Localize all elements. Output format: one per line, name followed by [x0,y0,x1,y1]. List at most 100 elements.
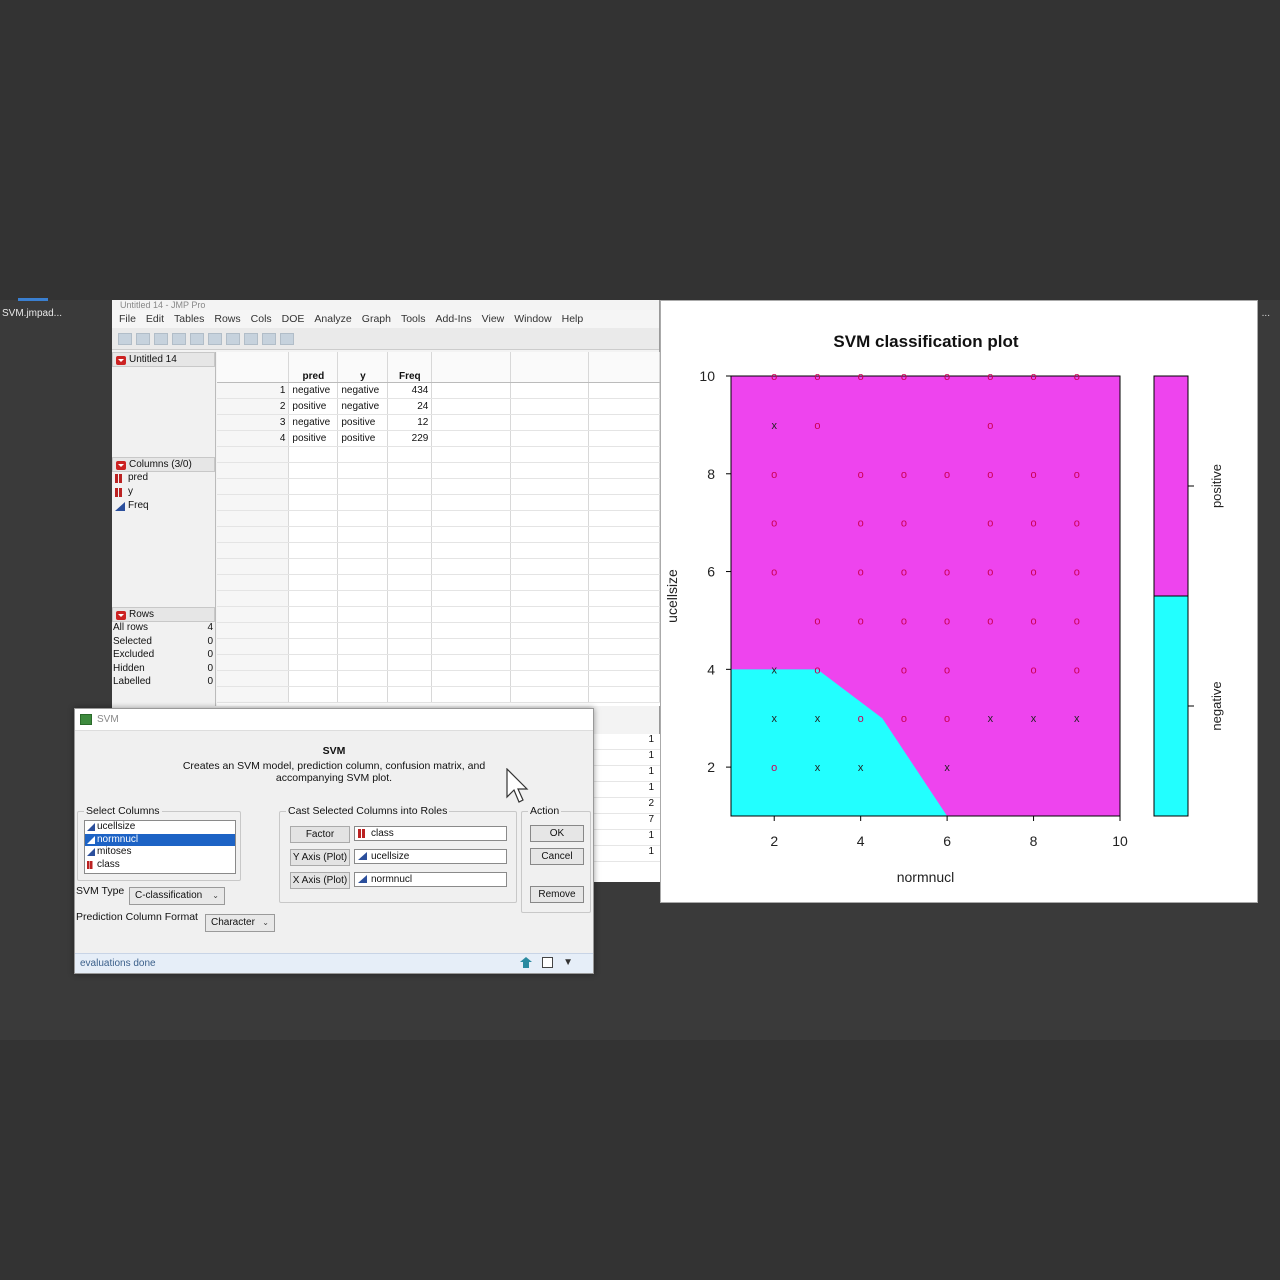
empty-cell[interactable] [510,430,590,447]
empty-cell[interactable] [510,686,590,703]
menu-rows[interactable]: Rows [214,313,240,325]
empty-cell[interactable] [288,446,339,463]
empty-cell[interactable] [337,526,389,543]
x-axis-role-box[interactable]: normnucl [354,872,507,887]
empty-cell[interactable] [431,606,512,623]
empty-column[interactable] [431,352,512,383]
menu-analyze[interactable]: Analyze [314,313,351,325]
row-number[interactable] [217,590,290,607]
cell-pred[interactable]: positive [288,398,339,415]
empty-cell[interactable] [431,526,512,543]
table-row[interactable] [217,446,660,463]
table-row[interactable] [217,654,660,671]
desktop-file-icon[interactable]: SVM.jmpad... [2,308,62,319]
table-row[interactable] [217,686,660,703]
cell-freq[interactable]: 24 [387,398,433,415]
empty-cell[interactable] [588,446,660,463]
row-number[interactable] [217,654,290,671]
empty-cell[interactable] [387,462,433,479]
svm-type-select[interactable]: C-classification ⌄ [129,887,225,905]
empty-cell[interactable] [510,574,590,591]
empty-cell[interactable] [288,590,339,607]
empty-cell[interactable] [431,494,512,511]
empty-cell[interactable] [510,558,590,575]
empty-cell[interactable] [588,510,660,527]
cut-icon[interactable] [172,332,186,345]
empty-cell[interactable] [337,574,389,591]
menu-doe[interactable]: DOE [282,313,305,325]
list-item-ucellsize[interactable]: ucellsize [85,821,235,834]
list-item-class[interactable]: class [85,859,235,872]
table-row[interactable]: 4 positive positive 229 [217,430,660,447]
factor-role-box[interactable]: class [354,826,507,841]
empty-cell[interactable] [588,622,660,639]
empty-cell[interactable] [337,478,389,495]
empty-cell[interactable] [337,446,389,463]
row-number[interactable] [217,494,290,511]
table-row[interactable] [217,670,660,687]
empty-cell[interactable] [431,686,512,703]
empty-cell[interactable] [510,542,590,559]
empty-cell[interactable] [337,670,389,687]
table-row[interactable] [217,606,660,623]
empty-cell[interactable] [288,542,339,559]
menu-graph[interactable]: Graph [362,313,391,325]
empty-cell[interactable] [510,398,590,415]
empty-cell[interactable] [431,670,512,687]
cell-pred[interactable]: negative [288,382,339,399]
table-row[interactable] [217,526,660,543]
empty-cell[interactable] [431,430,512,447]
empty-cell[interactable] [288,494,339,511]
empty-cell[interactable] [588,590,660,607]
empty-cell[interactable] [431,590,512,607]
empty-cell[interactable] [588,686,660,703]
empty-cell[interactable] [337,622,389,639]
empty-cell[interactable] [387,494,433,511]
empty-cell[interactable] [387,670,433,687]
table-row[interactable]: 1 negative negative 434 [217,382,660,399]
column-listbox[interactable]: ucellsize normnucl mitoses class [84,820,236,874]
table-row[interactable] [217,542,660,559]
cell-y[interactable]: positive [337,414,389,431]
table-row[interactable] [217,462,660,479]
empty-cell[interactable] [588,574,660,591]
empty-cell[interactable] [431,622,512,639]
empty-cell[interactable] [588,638,660,655]
empty-cell[interactable] [387,654,433,671]
table-row[interactable]: 3 negative positive 12 [217,414,660,431]
dropdown-arrow-icon[interactable]: ▼ [563,957,573,968]
table-row[interactable] [217,558,660,575]
menu-tables[interactable]: Tables [174,313,204,325]
empty-cell[interactable] [588,526,660,543]
empty-cell[interactable] [337,494,389,511]
row-number[interactable] [217,526,290,543]
corner-cell[interactable] [217,352,290,383]
factor-button[interactable]: Factor [290,826,350,843]
row-number[interactable]: 3 [217,414,290,431]
table-icon[interactable] [226,332,240,345]
table-row[interactable] [217,638,660,655]
empty-cell[interactable] [387,510,433,527]
empty-cell[interactable] [431,462,512,479]
red-triangle-icon[interactable] [116,611,126,620]
ok-button[interactable]: OK [530,825,584,842]
empty-cell[interactable] [288,462,339,479]
empty-cell[interactable] [288,670,339,687]
edit-icon[interactable] [280,332,294,345]
empty-cell[interactable] [431,638,512,655]
table-row[interactable] [217,574,660,591]
empty-cell[interactable] [588,430,660,447]
cell-pred[interactable]: positive [288,430,339,447]
empty-cell[interactable] [337,558,389,575]
empty-cell[interactable] [431,510,512,527]
empty-cell[interactable] [431,478,512,495]
columns-header[interactable]: Columns (3/0) [112,457,215,472]
row-number[interactable] [217,446,290,463]
empty-cell[interactable] [510,510,590,527]
empty-cell[interactable] [387,478,433,495]
row-number[interactable] [217,686,290,703]
empty-cell[interactable] [510,414,590,431]
cell-y[interactable]: positive [337,430,389,447]
empty-cell[interactable] [588,462,660,479]
empty-cell[interactable] [588,494,660,511]
